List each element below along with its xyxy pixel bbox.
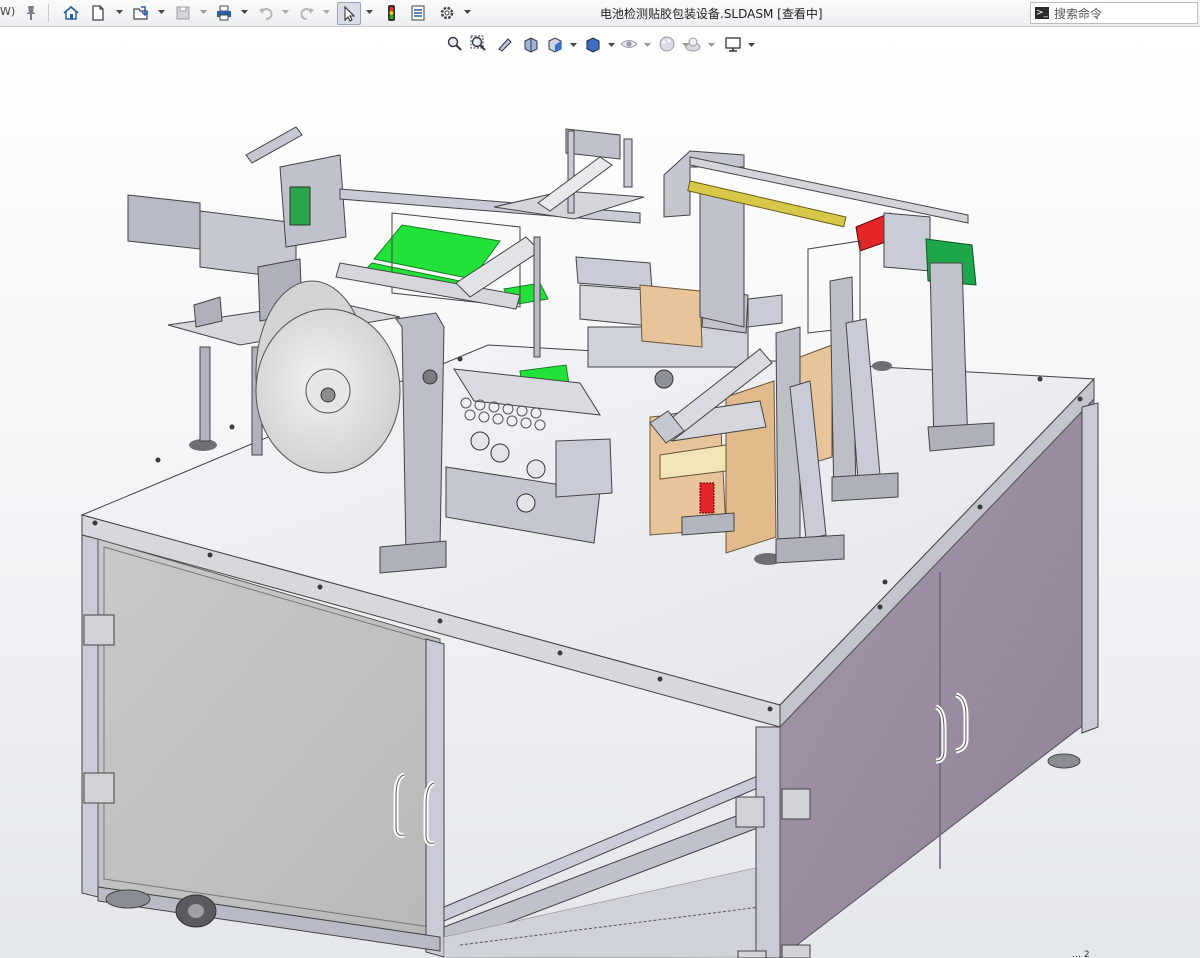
home-icon[interactable] — [60, 2, 82, 23]
title-bar: W) 电池检测贴胶包装设备.SLDASM [查看中] >_ 搜索命令 — [0, 0, 1200, 27]
traffic-light-icon[interactable] — [380, 2, 402, 23]
pin-icon[interactable] — [20, 2, 42, 23]
command-prompt-icon: >_ — [1035, 7, 1049, 19]
status-corner: … 2 — [1072, 950, 1090, 958]
search-commands-input[interactable]: >_ 搜索命令 — [1030, 2, 1198, 24]
document-title: 电池检测贴胶包装设备.SLDASM [查看中] — [600, 7, 823, 21]
options-gear-icon[interactable] — [436, 2, 458, 23]
new-document-icon[interactable] — [87, 2, 109, 23]
file-properties-icon[interactable] — [407, 2, 429, 23]
undo-icon[interactable] — [255, 2, 277, 23]
chevron-down-icon[interactable] — [158, 8, 165, 15]
chevron-down-icon[interactable] — [464, 8, 471, 15]
chevron-down-icon[interactable] — [116, 8, 123, 15]
separator — [48, 4, 49, 22]
assembly-model[interactable] — [0, 27, 1200, 958]
graphics-viewport[interactable]: … 2 — [0, 27, 1200, 958]
redo-icon[interactable] — [296, 2, 318, 23]
chevron-down-icon[interactable] — [366, 8, 373, 15]
print-icon[interactable] — [213, 2, 235, 23]
open-icon[interactable] — [130, 2, 152, 23]
chevron-down-icon[interactable] — [282, 8, 289, 15]
select-pointer-icon[interactable] — [337, 2, 361, 25]
tape-roll — [255, 280, 401, 474]
frame-open-bay — [443, 774, 761, 958]
chevron-down-icon[interactable] — [323, 8, 330, 15]
chevron-down-icon[interactable] — [241, 8, 248, 15]
chevron-down-icon[interactable] — [200, 8, 207, 15]
save-icon[interactable] — [172, 2, 194, 23]
search-placeholder: 搜索命令 — [1054, 6, 1103, 21]
menu-stub[interactable]: W) — [0, 5, 15, 18]
